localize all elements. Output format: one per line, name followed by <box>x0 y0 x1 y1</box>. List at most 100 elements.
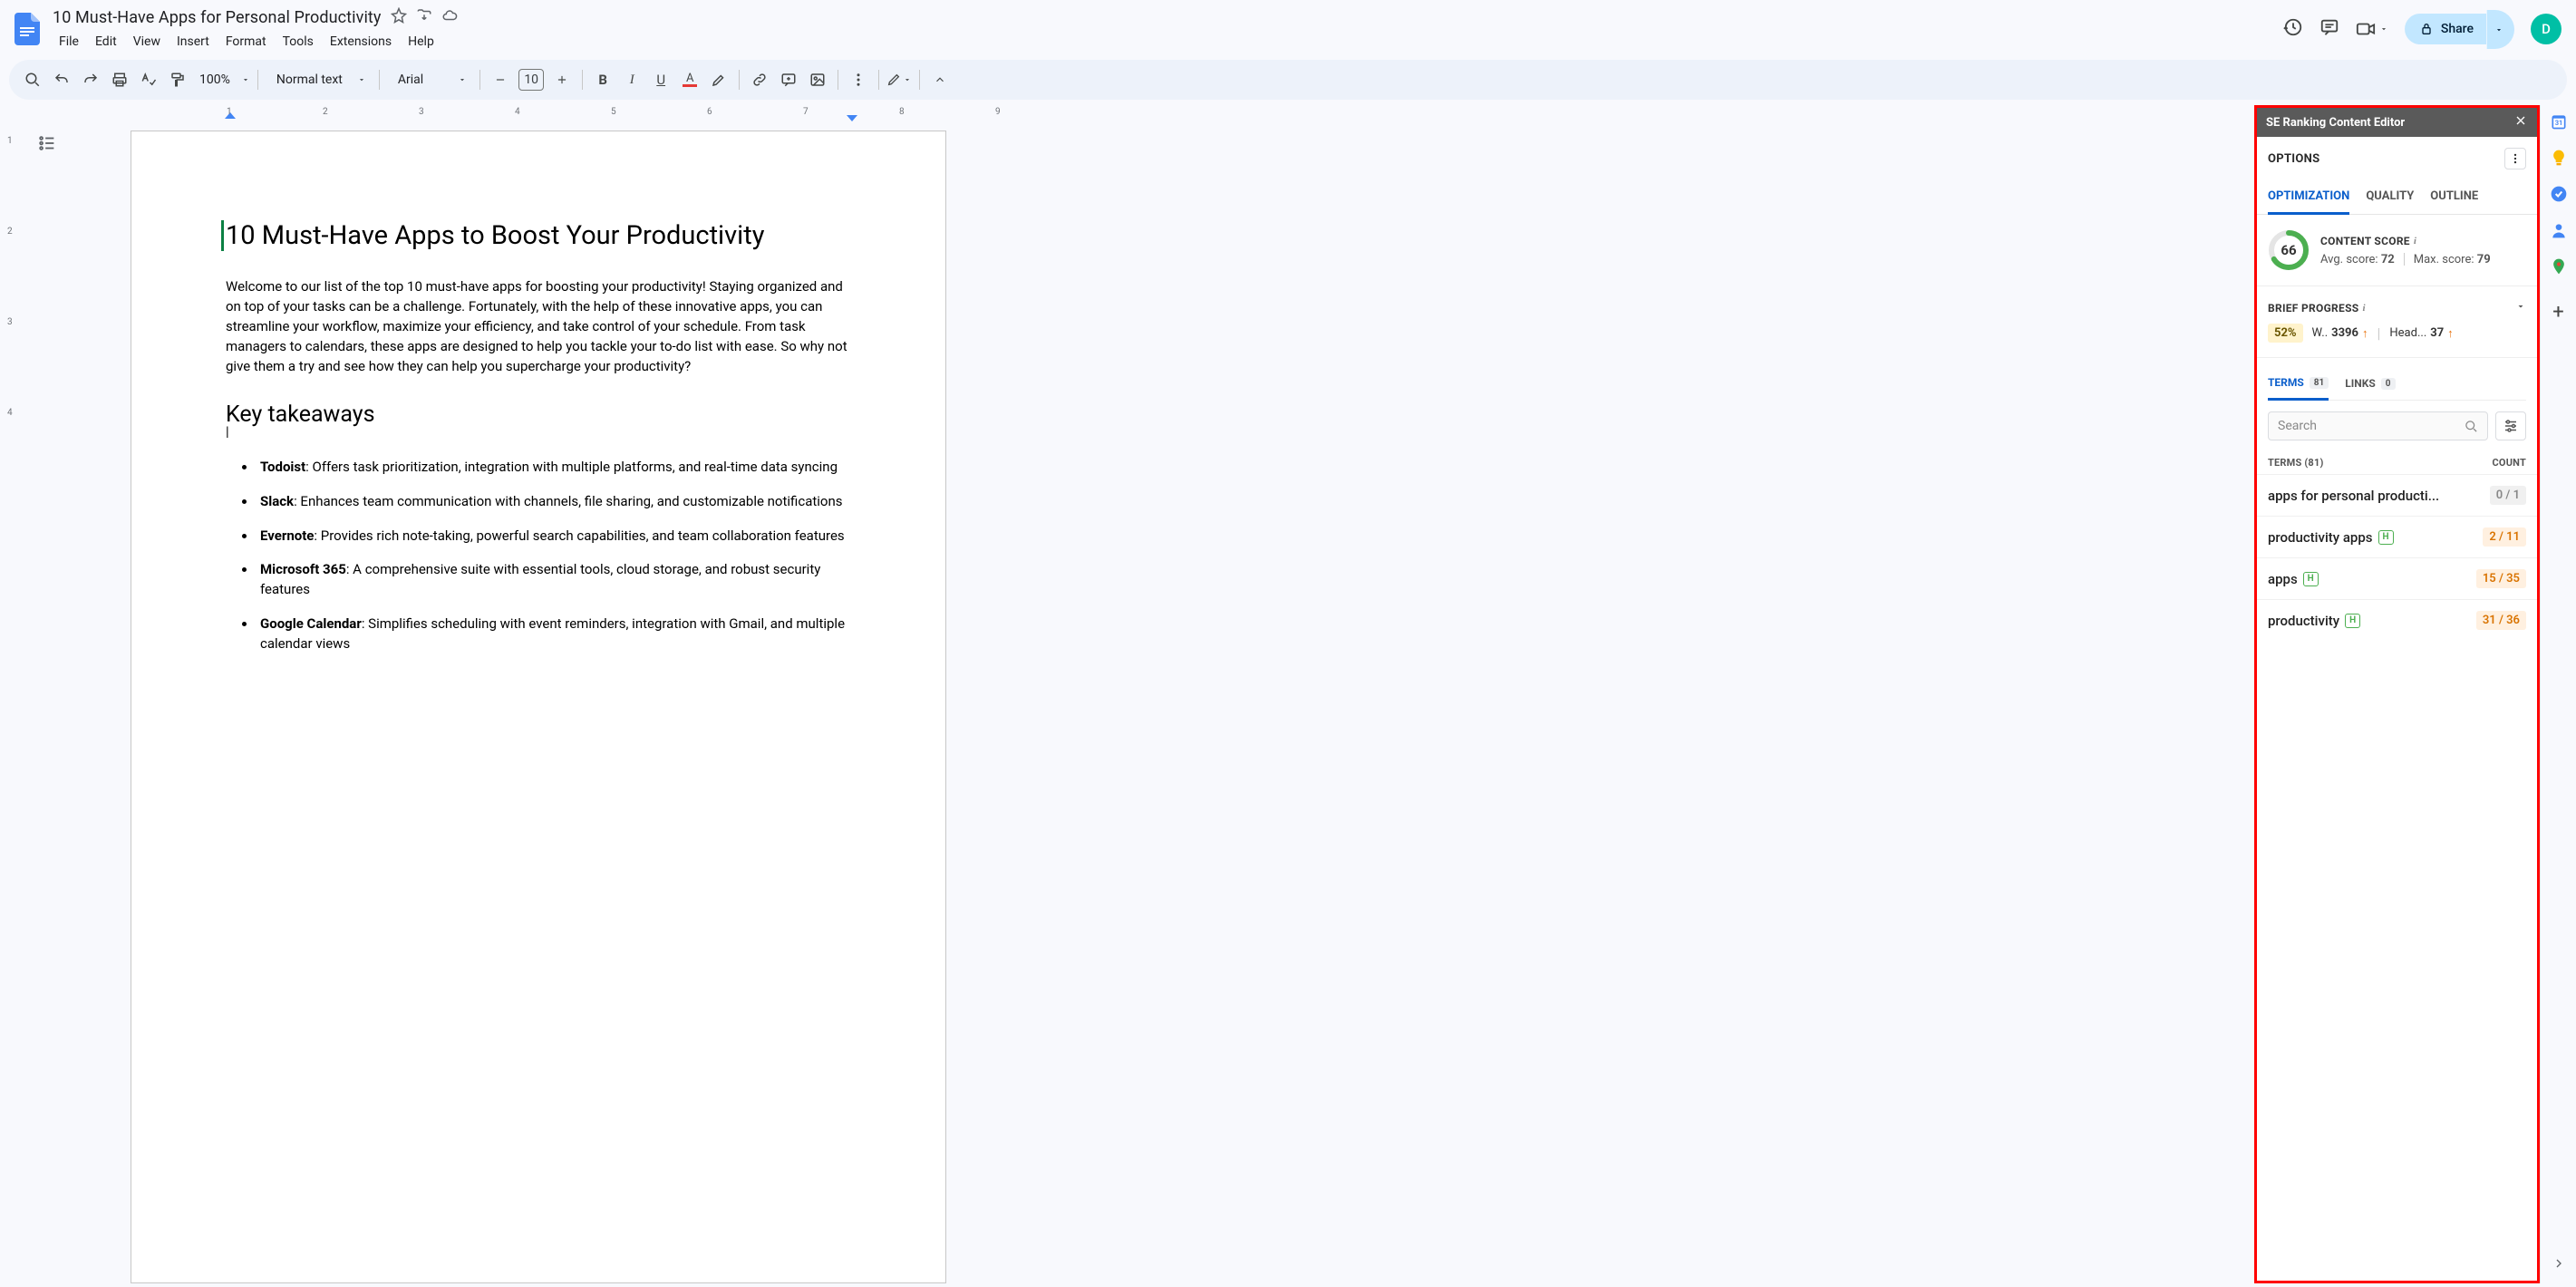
text-color-icon[interactable]: A <box>677 67 702 92</box>
score-ring: 66 <box>2268 229 2310 271</box>
keep-icon[interactable] <box>2550 149 2568 167</box>
list-item: Evernote: Provides rich note-taking, pow… <box>257 527 851 547</box>
tab-links[interactable]: LINKS0 <box>2345 373 2395 400</box>
paragraph-style-select[interactable]: Normal text <box>266 73 372 87</box>
tasks-icon[interactable] <box>2550 185 2568 203</box>
h-badge: H <box>2378 530 2394 545</box>
share-dropdown[interactable] <box>2486 10 2514 49</box>
undo-icon[interactable] <box>49 67 74 92</box>
term-count: 15 / 35 <box>2476 569 2526 588</box>
collapse-toolbar-icon[interactable] <box>927 67 953 92</box>
menu-tools[interactable]: Tools <box>275 31 322 53</box>
list-item: Google Calendar: Simplifies scheduling w… <box>257 614 851 654</box>
add-comment-icon[interactable] <box>776 67 801 92</box>
meet-icon[interactable] <box>2356 19 2388 39</box>
info-icon[interactable]: i <box>2362 303 2365 314</box>
print-icon[interactable] <box>107 67 132 92</box>
bold-icon[interactable]: B <box>590 67 615 92</box>
h-badge: H <box>2345 614 2360 628</box>
font-size-input[interactable]: 10 <box>518 69 544 91</box>
term-row[interactable]: productivityH31 / 36 <box>2257 599 2537 641</box>
contacts-icon[interactable] <box>2550 221 2568 239</box>
italic-icon[interactable]: I <box>619 67 644 92</box>
tab-optimization[interactable]: OPTIMIZATION <box>2268 184 2349 215</box>
doc-heading-2: Key takeaways <box>226 402 851 428</box>
panel-title: SE Ranking Content Editor <box>2266 116 2405 130</box>
add-addon-icon[interactable]: + <box>2552 301 2563 324</box>
expand-icon[interactable] <box>2515 301 2526 314</box>
comment-icon[interactable] <box>2319 17 2339 41</box>
maps-icon[interactable] <box>2550 257 2568 276</box>
highlight-icon[interactable] <box>706 67 731 92</box>
redo-icon[interactable] <box>78 67 103 92</box>
heading-count: 37 <box>2430 326 2444 340</box>
toolbar: 100% Normal text Arial 10 B I U A <box>9 60 2567 100</box>
move-icon[interactable] <box>416 7 432 27</box>
zoom-select[interactable]: 100% <box>194 73 250 87</box>
spellcheck-icon[interactable] <box>136 67 161 92</box>
term-count: 0 / 1 <box>2490 486 2526 505</box>
search-placeholder: Search <box>2278 419 2465 433</box>
menu-file[interactable]: File <box>51 31 87 53</box>
tab-quality[interactable]: QUALITY <box>2366 184 2414 214</box>
font-select[interactable]: Arial <box>387 73 472 87</box>
brief-label: BRIEF PROGRESS <box>2268 302 2358 314</box>
term-count: 2 / 11 <box>2483 527 2526 547</box>
outline-toggle-icon[interactable] <box>31 127 63 160</box>
menu-format[interactable]: Format <box>218 31 275 53</box>
max-score: 79 <box>2477 253 2491 266</box>
calendar-icon[interactable]: 31 <box>2550 112 2568 131</box>
doc-title[interactable]: 10 Must-Have Apps for Personal Productiv… <box>53 8 382 27</box>
collapse-rail-icon[interactable] <box>2552 1256 2566 1274</box>
more-tools-icon[interactable] <box>846 67 871 92</box>
terms-header: TERMS (81) <box>2268 457 2324 469</box>
insert-image-icon[interactable] <box>805 67 830 92</box>
up-arrow-icon: ↑ <box>2362 326 2368 341</box>
info-icon[interactable]: i <box>2414 236 2416 247</box>
share-button[interactable]: Share <box>2405 14 2486 44</box>
menu-insert[interactable]: Insert <box>169 31 218 53</box>
docs-logo[interactable] <box>9 11 45 47</box>
content-score-label: CONTENT SCORE <box>2320 235 2410 247</box>
decrease-font-icon[interactable] <box>488 67 513 92</box>
filter-icon[interactable] <box>2495 411 2526 440</box>
cloud-icon[interactable] <box>441 7 458 27</box>
term-row[interactable]: apps for personal producti...0 / 1 <box>2257 474 2537 516</box>
close-icon[interactable] <box>2513 113 2528 131</box>
word-count: 3396 <box>2331 326 2358 340</box>
search-icon[interactable] <box>20 67 45 92</box>
list-item: Todoist: Offers task prioritization, int… <box>257 458 851 478</box>
avatar[interactable]: D <box>2531 14 2561 44</box>
menu-edit[interactable]: Edit <box>87 31 125 53</box>
search-input[interactable]: Search <box>2268 411 2488 440</box>
tab-terms[interactable]: TERMS81 <box>2268 373 2329 401</box>
menu-view[interactable]: View <box>125 31 169 53</box>
count-header: COUNT <box>2493 457 2526 469</box>
history-icon[interactable] <box>2283 17 2303 41</box>
underline-icon[interactable]: U <box>648 67 673 92</box>
h-badge: H <box>2303 572 2319 586</box>
term-row[interactable]: productivity appsH2 / 11 <box>2257 516 2537 557</box>
link-icon[interactable] <box>747 67 772 92</box>
menu-help[interactable]: Help <box>400 31 442 53</box>
menu-extensions[interactable]: Extensions <box>322 31 400 53</box>
options-more-icon[interactable] <box>2504 148 2526 169</box>
star-icon[interactable] <box>391 7 407 27</box>
editing-mode-icon[interactable] <box>886 67 912 92</box>
content-score: 66 <box>2268 229 2310 271</box>
term-count: 31 / 36 <box>2476 611 2526 630</box>
list-item: Microsoft 365: A comprehensive suite wit… <box>257 560 851 600</box>
options-label: OPTIONS <box>2268 152 2319 166</box>
list-item: Slack: Enhances team communication with … <box>257 492 851 512</box>
term-row[interactable]: appsH15 / 35 <box>2257 557 2537 599</box>
document-page[interactable]: 10 Must-Have Apps to Boost Your Producti… <box>131 131 946 1283</box>
svg-text:31: 31 <box>2554 119 2562 127</box>
tab-outline[interactable]: OUTLINE <box>2430 184 2478 214</box>
increase-font-icon[interactable] <box>549 67 575 92</box>
share-label: Share <box>2441 22 2474 36</box>
text-cursor: | <box>226 428 851 436</box>
paint-format-icon[interactable] <box>165 67 190 92</box>
doc-heading-1: 10 Must-Have Apps to Boost Your Producti… <box>221 220 851 251</box>
avg-score: 72 <box>2381 253 2395 266</box>
right-indent-marker[interactable] <box>847 112 857 121</box>
